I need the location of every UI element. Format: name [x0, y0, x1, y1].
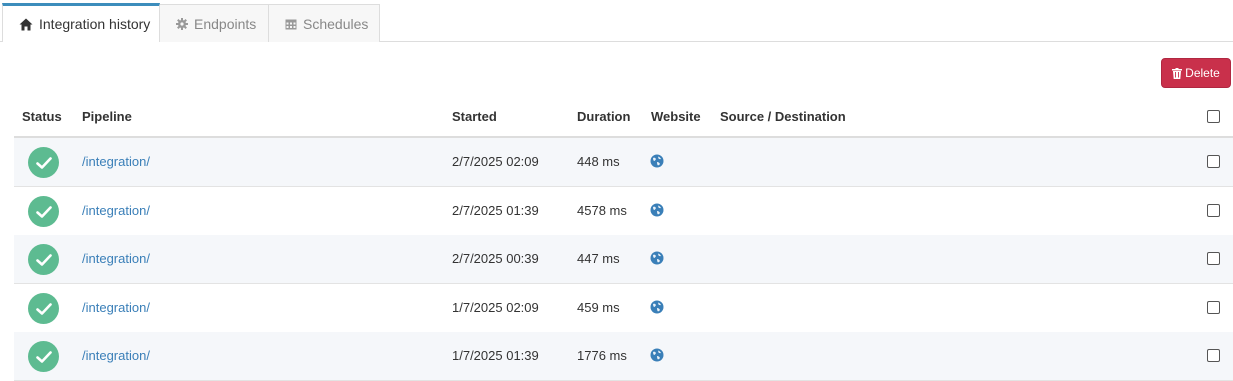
row-checkbox[interactable]: [1207, 155, 1220, 168]
column-header-website[interactable]: Website: [651, 109, 701, 124]
tab-label: Integration history: [39, 16, 151, 32]
table-row: /integration/ 1/7/2025 01:39 1776 ms: [14, 332, 1233, 381]
table-row: /integration/ 1/7/2025 02:09 459 ms: [14, 284, 1233, 333]
home-icon: [19, 18, 33, 31]
row-checkbox[interactable]: [1207, 349, 1220, 362]
duration-cell: 4578 ms: [577, 203, 627, 218]
delete-label: Delete: [1185, 66, 1220, 80]
duration-cell: 459 ms: [577, 300, 620, 315]
globe-icon[interactable]: [650, 348, 664, 362]
pipeline-link[interactable]: /integration/: [82, 203, 150, 218]
pipeline-link[interactable]: /integration/: [82, 154, 150, 169]
tab-bar: Integration history Endpoints Schedules: [0, 0, 1233, 42]
started-cell: 1/7/2025 01:39: [452, 348, 539, 363]
pipeline-link[interactable]: /integration/: [82, 348, 150, 363]
duration-cell: 448 ms: [577, 154, 620, 169]
row-checkbox[interactable]: [1207, 252, 1220, 265]
pipeline-link[interactable]: /integration/: [82, 251, 150, 266]
column-header-status[interactable]: Status: [22, 109, 62, 124]
duration-cell: 1776 ms: [577, 348, 627, 363]
column-header-started[interactable]: Started: [452, 109, 497, 124]
pipeline-link[interactable]: /integration/: [82, 300, 150, 315]
globe-icon[interactable]: [650, 251, 664, 265]
calendar-icon: [285, 18, 297, 30]
globe-icon[interactable]: [650, 300, 664, 314]
globe-icon[interactable]: [650, 154, 664, 168]
column-header-duration[interactable]: Duration: [577, 109, 630, 124]
select-all-checkbox[interactable]: [1207, 110, 1220, 123]
tab-label: Endpoints: [194, 15, 257, 32]
started-cell: 1/7/2025 02:09: [452, 300, 539, 315]
started-cell: 2/7/2025 01:39: [452, 203, 539, 218]
tab-integration-history[interactable]: Integration history: [2, 3, 160, 42]
table-row: /integration/ 2/7/2025 00:39 447 ms: [14, 235, 1233, 284]
tab-endpoints[interactable]: Endpoints: [159, 4, 269, 42]
gear-icon: [176, 17, 188, 30]
globe-icon[interactable]: [650, 203, 664, 217]
table-header: Status Pipeline Started Duration Website…: [14, 96, 1233, 138]
delete-button[interactable]: Delete: [1161, 58, 1231, 88]
success-check-icon: [28, 147, 59, 178]
row-checkbox[interactable]: [1207, 301, 1220, 314]
success-check-icon: [28, 293, 59, 324]
table-row: /integration/ 2/7/2025 01:39 4578 ms: [14, 187, 1233, 236]
success-check-icon: [28, 196, 59, 227]
row-checkbox[interactable]: [1207, 204, 1220, 217]
started-cell: 2/7/2025 02:09: [452, 154, 539, 169]
duration-cell: 447 ms: [577, 251, 620, 266]
trash-icon: [1172, 67, 1183, 79]
column-header-source-destination[interactable]: Source / Destination: [720, 109, 846, 124]
table-row: /integration/ 2/7/2025 02:09 448 ms: [14, 138, 1233, 187]
started-cell: 2/7/2025 00:39: [452, 251, 539, 266]
column-header-pipeline[interactable]: Pipeline: [82, 109, 132, 124]
success-check-icon: [28, 341, 59, 372]
success-check-icon: [28, 244, 59, 275]
tab-schedules[interactable]: Schedules: [268, 4, 380, 42]
tab-label: Schedules: [303, 15, 369, 32]
